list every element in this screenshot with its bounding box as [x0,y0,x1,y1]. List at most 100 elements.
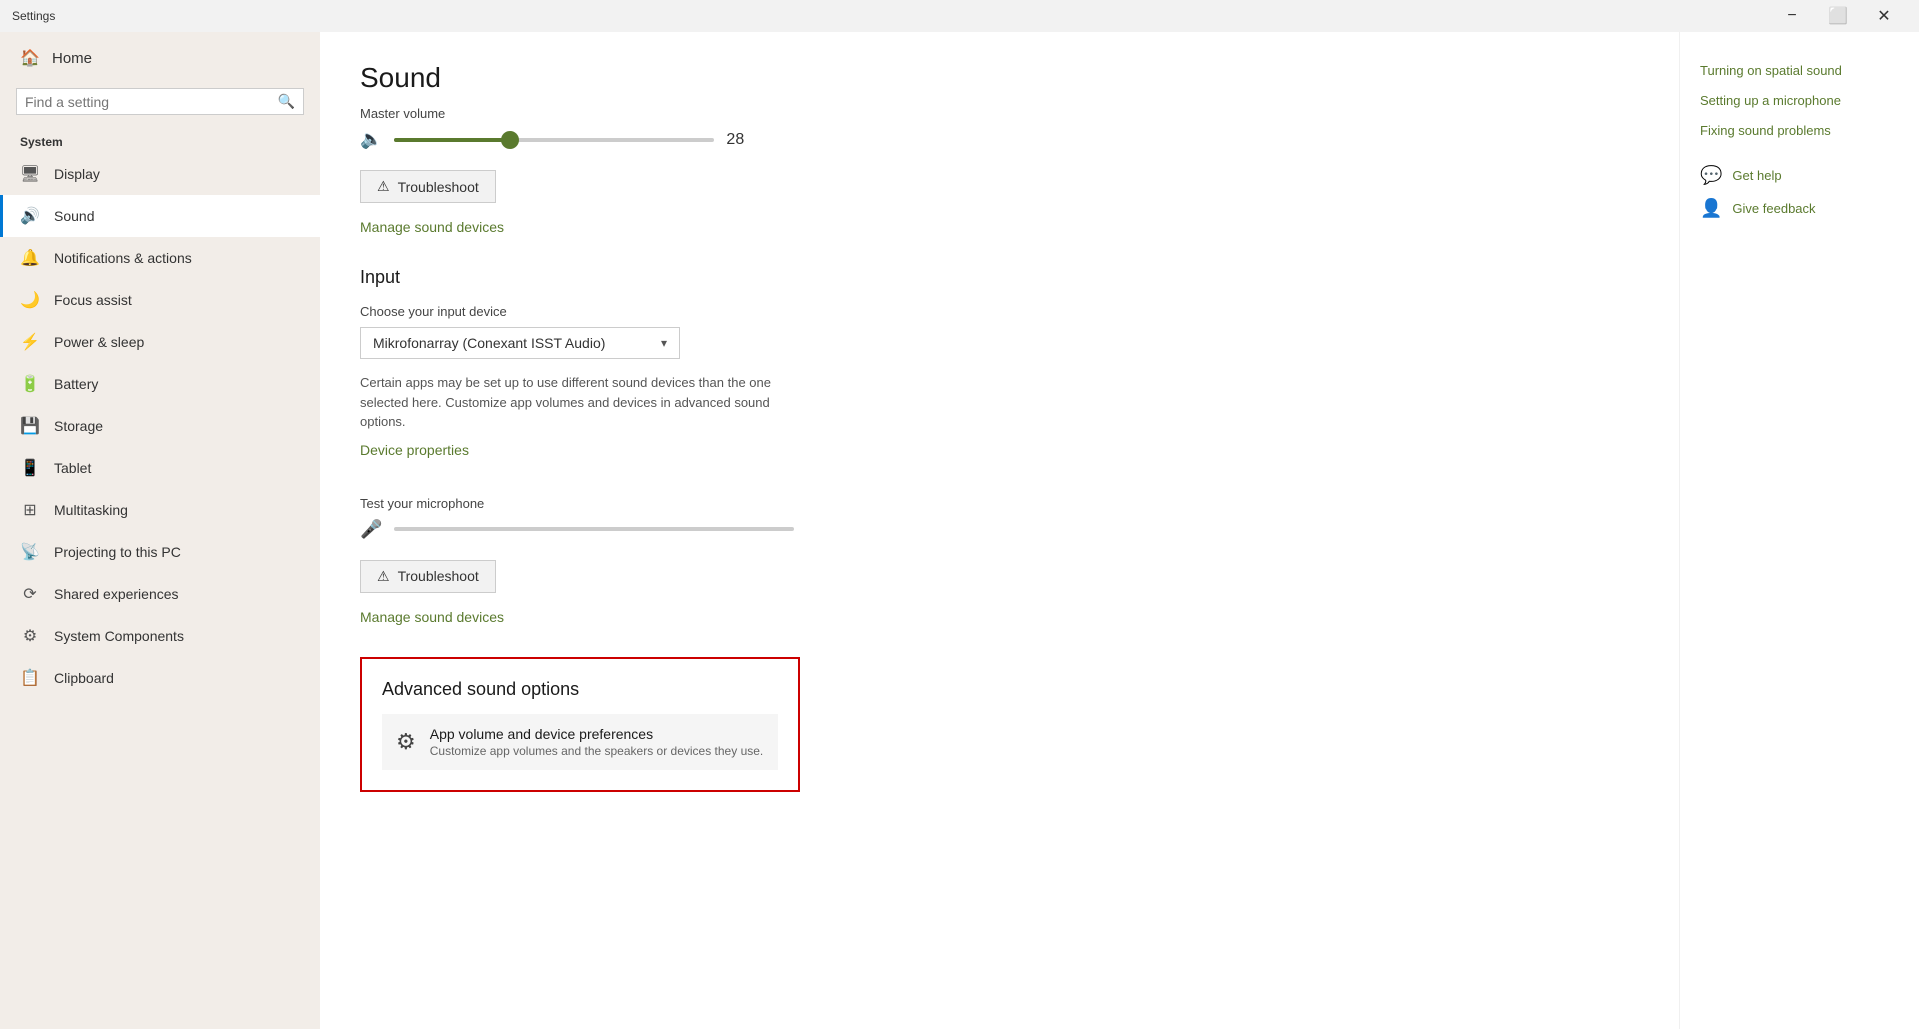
sidebar-item-notifications[interactable]: 🔔 Notifications & actions [0,237,320,279]
troubleshoot-button-2[interactable]: ⚠ Troubleshoot [360,560,496,593]
right-help-section: 💬 Get help 👤 Give feedback [1700,165,1899,219]
troubleshoot-button-1[interactable]: ⚠ Troubleshoot [360,170,496,203]
mic-bar [394,527,794,531]
page-title: Sound [360,62,1619,94]
sidebar-item-multitasking[interactable]: ⊞ Multitasking [0,489,320,531]
battery-icon: 🔋 [20,374,40,394]
sidebar-label-display: Display [54,166,100,182]
app-body: 🏠 Home 🔍 System 🖥 Display 🔊 Sound 🔔 Noti… [0,32,1919,1029]
maximize-button[interactable]: ⬜ [1815,0,1861,32]
window-controls: − ⬜ ✕ [1769,0,1907,32]
advanced-item-title: App volume and device preferences [430,726,764,742]
sidebar-item-shared[interactable]: ⟳ Shared experiences [0,573,320,615]
sidebar-item-tablet[interactable]: 📱 Tablet [0,447,320,489]
volume-value: 28 [726,131,756,149]
volume-fill [394,138,512,142]
help-icon: 💬 [1700,165,1722,186]
sidebar-label-notifications: Notifications & actions [54,250,192,266]
sound-icon: 🔊 [20,206,40,226]
shared-icon: ⟳ [20,584,40,604]
sidebar-label-multitasking: Multitasking [54,502,128,518]
input-device-value: Mikrofonarray (Conexant ISST Audio) [373,335,605,351]
right-panel: Turning on spatial sound Setting up a mic… [1679,32,1919,1029]
feedback-icon: 👤 [1700,198,1722,219]
app-volume-preferences-item[interactable]: ⚙ App volume and device preferences Cust… [382,714,778,770]
info-text: Certain apps may be set up to use differ… [360,373,800,432]
give-feedback-label[interactable]: Give feedback [1732,201,1815,216]
manage-sound-devices-link-2[interactable]: Manage sound devices [360,609,504,625]
search-box[interactable]: 🔍 [16,88,304,115]
mic-icon: 🎤 [360,519,382,540]
warning-icon-1: ⚠ [377,178,390,195]
sidebar-item-display[interactable]: 🖥 Display [0,153,320,195]
right-link-0[interactable]: Turning on spatial sound [1700,62,1899,80]
advanced-item-text: App volume and device preferences Custom… [430,726,764,758]
sidebar-label-clipboard: Clipboard [54,670,114,686]
home-icon: 🏠 [20,48,40,68]
title-bar: Settings − ⬜ ✕ [0,0,1919,32]
right-link-1[interactable]: Setting up a microphone [1700,92,1899,110]
input-device-dropdown[interactable]: Mikrofonarray (Conexant ISST Audio) ▾ [360,327,680,359]
sidebar-label-power: Power & sleep [54,334,144,350]
sidebar-item-sound[interactable]: 🔊 Sound [0,195,320,237]
get-help-label[interactable]: Get help [1732,168,1781,183]
advanced-sound-options-box: Advanced sound options ⚙ App volume and … [360,657,800,792]
notifications-icon: 🔔 [20,248,40,268]
right-links: Turning on spatial sound Setting up a mic… [1700,62,1899,141]
sidebar-section-label: System [0,127,320,153]
search-input[interactable] [25,94,272,110]
give-feedback-item[interactable]: 👤 Give feedback [1700,198,1899,219]
sidebar-label-tablet: Tablet [54,460,91,476]
dropdown-arrow-icon: ▾ [661,336,667,350]
sidebar-item-power[interactable]: ⚡ Power & sleep [0,321,320,363]
projecting-icon: 📡 [20,542,40,562]
sidebar-label-battery: Battery [54,376,98,392]
volume-row: 🔈 28 [360,129,1619,150]
sidebar-item-components[interactable]: ⚙ System Components [0,615,320,657]
sidebar-items: 🖥 Display 🔊 Sound 🔔 Notifications & acti… [0,153,320,699]
input-section-title: Input [360,267,1619,288]
power-icon: ⚡ [20,332,40,352]
app-title: Settings [12,9,55,23]
storage-icon: 💾 [20,416,40,436]
warning-icon-2: ⚠ [377,568,390,585]
close-button[interactable]: ✕ [1861,0,1907,32]
minimize-button[interactable]: − [1769,0,1815,32]
sidebar-label-sound: Sound [54,208,94,224]
tablet-icon: 📱 [20,458,40,478]
volume-slider[interactable] [394,138,714,142]
main-content: Sound Master volume 🔈 28 ⚠ Troubleshoot … [320,32,1679,1029]
sidebar-item-battery[interactable]: 🔋 Battery [0,363,320,405]
master-volume-label: Master volume [360,106,1619,121]
sidebar-label-shared: Shared experiences [54,586,179,602]
sidebar-item-clipboard[interactable]: 📋 Clipboard [0,657,320,699]
sidebar-label-focus: Focus assist [54,292,132,308]
manage-sound-devices-link-1[interactable]: Manage sound devices [360,219,504,235]
sidebar-label-projecting: Projecting to this PC [54,544,181,560]
volume-icon: 🔈 [360,129,382,150]
test-mic-label: Test your microphone [360,496,1619,511]
clipboard-icon: 📋 [20,668,40,688]
multitasking-icon: ⊞ [20,500,40,520]
sidebar-item-projecting[interactable]: 📡 Projecting to this PC [0,531,320,573]
home-button[interactable]: 🏠 Home [0,32,320,84]
sidebar-label-storage: Storage [54,418,103,434]
components-icon: ⚙ [20,626,40,646]
sidebar-item-focus[interactable]: 🌙 Focus assist [0,279,320,321]
sidebar-label-components: System Components [54,628,184,644]
mic-row: 🎤 [360,519,1619,540]
choose-input-label: Choose your input device [360,304,1619,319]
troubleshoot-label-1: Troubleshoot [398,179,479,195]
display-icon: 🖥 [20,164,40,184]
advanced-item-subtitle: Customize app volumes and the speakers o… [430,744,764,758]
sidebar-item-storage[interactable]: 💾 Storage [0,405,320,447]
volume-thumb[interactable] [501,131,519,149]
right-link-2[interactable]: Fixing sound problems [1700,122,1899,140]
device-properties-link[interactable]: Device properties [360,442,469,458]
get-help-item[interactable]: 💬 Get help [1700,165,1899,186]
advanced-title: Advanced sound options [382,679,778,700]
search-icon: 🔍 [278,93,295,110]
sliders-icon: ⚙ [396,729,416,755]
home-label: Home [52,50,92,67]
focus-icon: 🌙 [20,290,40,310]
